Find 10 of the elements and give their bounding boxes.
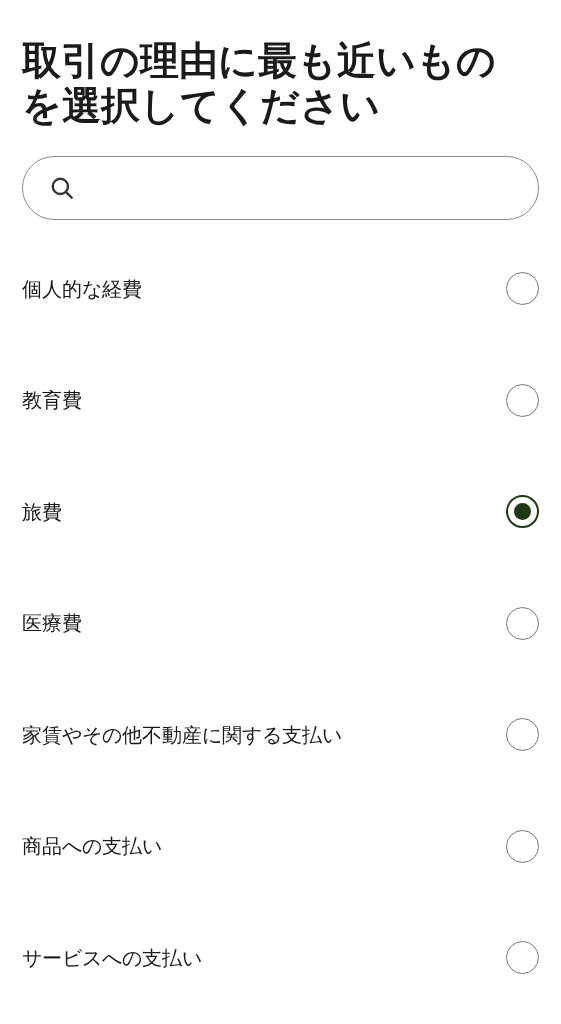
option-label: 家賃やその他不動産に関する支払い [22, 721, 342, 749]
option-label: 旅費 [22, 498, 62, 526]
page-title: 取引の理由に最も近いものを選択してください [22, 38, 497, 128]
option-label: サービスへの支払い [22, 944, 202, 972]
search-icon [49, 175, 75, 201]
option-label: 教育費 [22, 387, 82, 415]
radio-button[interactable] [506, 495, 539, 529]
option-label: 医療費 [22, 610, 82, 638]
option-label: 商品への支払い [22, 833, 162, 861]
option-label: 個人的な経費 [22, 275, 142, 303]
